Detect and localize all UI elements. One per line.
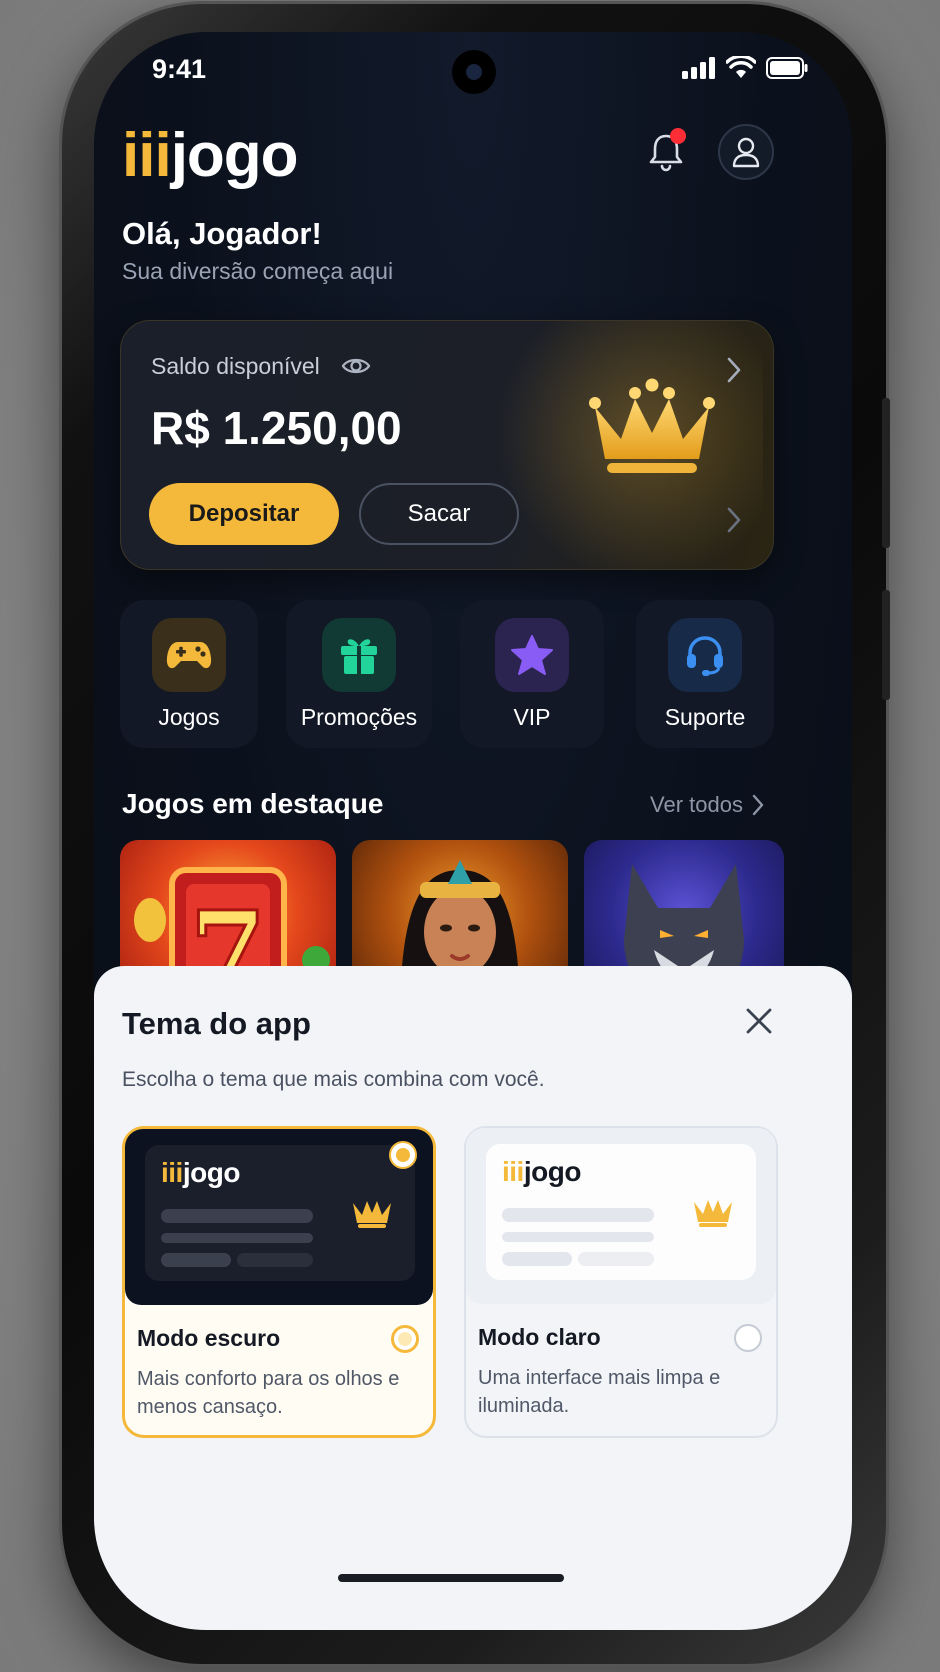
preview-card: iiijogo <box>486 1144 756 1280</box>
preview-card: iiijogo <box>145 1145 415 1281</box>
preview-logo: iiijogo <box>161 1157 240 1188</box>
section-title: Jogos em destaque <box>122 788 384 819</box>
close-icon[interactable] <box>744 1006 774 1036</box>
gift-icon <box>322 618 396 692</box>
sheet-description: Escolha o tema que mais combina com você… <box>122 1068 545 1091</box>
theme-option-description: Uma interface mais limpa e iluminada. <box>478 1367 721 1417</box>
app-logo[interactable]: iiijogo <box>122 120 299 191</box>
chevron-right-icon[interactable] <box>725 355 743 385</box>
theme-option-name: Modo escuro <box>137 1325 281 1351</box>
side-button <box>882 590 890 700</box>
user-icon <box>732 137 760 168</box>
see-all-link[interactable]: Ver todos <box>650 792 765 818</box>
greeting-title: Olá, Jogador! <box>122 216 322 251</box>
preview-line <box>502 1232 654 1242</box>
quick-action-promotions[interactable]: Promoções <box>286 600 432 748</box>
chevron-right-icon[interactable] <box>725 505 743 535</box>
signal-icon <box>682 57 715 79</box>
crown-icon <box>589 378 715 473</box>
preview-selected-indicator <box>389 1141 417 1169</box>
preview-line <box>161 1233 313 1243</box>
preview-line <box>578 1252 654 1266</box>
status-time: 9:41 <box>152 54 207 84</box>
quick-action-support[interactable]: Suporte <box>636 600 774 748</box>
crown-icon <box>353 1201 391 1228</box>
battery-icon <box>766 57 808 79</box>
balance-card[interactable]: Saldo disponível R$ 1.250,00 Depositar S… <box>120 320 774 570</box>
status-icons <box>682 56 808 80</box>
crown-icon <box>694 1200 732 1227</box>
theme-option-dark[interactable]: iiijogo Modo escuro Mais conforto para o… <box>122 1126 436 1438</box>
balance-label: Saldo disponível <box>151 353 320 379</box>
preview-logo: iiijogo <box>502 1156 581 1187</box>
logo-text: jogo <box>170 121 299 190</box>
chevron-right-icon <box>752 794 764 816</box>
light-theme-preview: iiijogo <box>466 1128 776 1304</box>
quick-action-games[interactable]: Jogos <box>120 600 258 748</box>
theme-option-description: Mais conforto para os olhos e menos cans… <box>137 1368 400 1418</box>
sheet-title: Tema do app <box>122 1006 311 1041</box>
theme-bottom-sheet: Tema do app Escolha o tema que mais comb… <box>94 966 852 1630</box>
quick-action-label: Promoções <box>300 704 418 730</box>
radio-unselected[interactable] <box>734 1324 762 1352</box>
withdraw-button[interactable]: Sacar <box>359 483 519 545</box>
notification-badge <box>670 128 686 144</box>
preview-line <box>161 1209 313 1223</box>
preview-line <box>161 1253 231 1267</box>
logo-mark: iii <box>122 121 172 190</box>
app-screen: 9:41 iiijogo Olá, Jogador! Sua diversão … <box>94 32 852 1630</box>
star-icon <box>495 618 569 692</box>
quick-action-label: Jogos <box>158 704 220 730</box>
balance-amount: R$ 1.250,00 <box>151 402 402 454</box>
see-all-label: Ver todos <box>650 792 743 817</box>
home-indicator <box>338 1574 564 1582</box>
headset-icon <box>668 618 742 692</box>
gamepad-icon <box>152 618 226 692</box>
preview-line <box>502 1208 654 1222</box>
profile-button[interactable] <box>718 124 774 180</box>
deposit-button[interactable]: Depositar <box>149 483 339 545</box>
quick-action-vip[interactable]: VIP <box>460 600 604 748</box>
camera-notch <box>452 50 496 94</box>
preview-line <box>502 1252 572 1266</box>
eye-icon[interactable] <box>341 353 371 379</box>
preview-line <box>237 1253 313 1267</box>
quick-action-label: VIP <box>513 704 551 730</box>
wifi-icon <box>726 56 756 78</box>
greeting-subtitle: Sua diversão começa aqui <box>122 258 394 284</box>
dark-theme-preview: iiijogo <box>125 1129 433 1305</box>
radio-selected[interactable] <box>391 1325 419 1353</box>
theme-option-name: Modo claro <box>478 1324 601 1350</box>
side-button <box>882 398 890 548</box>
quick-action-label: Suporte <box>664 704 746 730</box>
theme-option-light[interactable]: iiijogo Modo claro Uma interface mais li… <box>464 1126 778 1438</box>
